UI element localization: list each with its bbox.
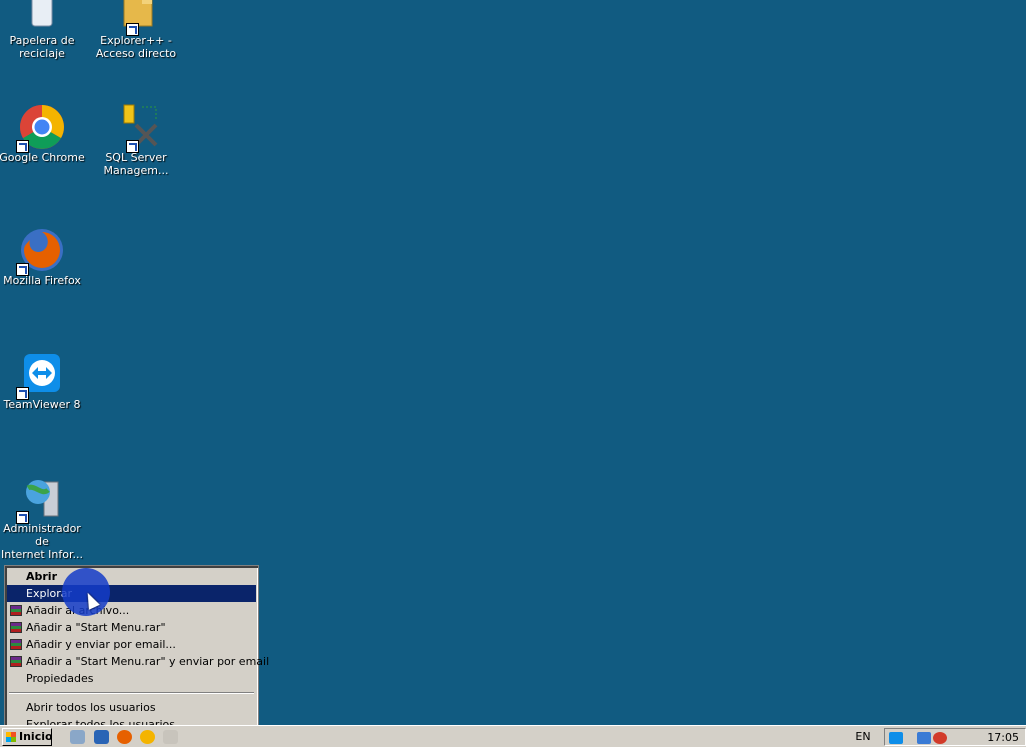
taskbar: Inicio EN 17:05 — [0, 725, 1026, 747]
menu-item-label: Añadir a "Start Menu.rar" y enviar por e… — [26, 655, 270, 668]
desktop-icon-sql-server[interactable]: SQL Server Managem... — [90, 103, 182, 177]
desktop-icon-label: Administrador de Internet Infor... — [1, 522, 83, 561]
start-button-label: Inicio — [19, 730, 53, 743]
shortcut-arrow-icon — [16, 511, 29, 524]
windows-logo-icon — [6, 732, 16, 742]
winrar-icon — [10, 639, 22, 650]
desktop-icon-chrome[interactable]: Google Chrome — [0, 103, 88, 164]
language-indicator[interactable]: EN — [848, 728, 878, 746]
shortcut-arrow-icon — [16, 263, 29, 276]
desktop-icon-label: Explorer++ - Acceso directo — [95, 34, 177, 60]
menu-separator — [9, 692, 254, 694]
context-menu: Abrir Explorar Añadir al archivo... Añad… — [4, 565, 269, 733]
winrar-icon — [10, 622, 22, 633]
menu-item-label: Añadir y enviar por email... — [26, 638, 176, 651]
shortcut-arrow-icon — [16, 140, 29, 153]
folder-icon — [112, 0, 160, 36]
menu-item-add-archive[interactable]: Añadir al archivo... — [7, 602, 256, 619]
show-desktop-icon[interactable] — [94, 730, 109, 744]
menu-item-abrir[interactable]: Abrir — [7, 568, 256, 585]
desktop-icon-firefox[interactable]: Mozilla Firefox — [0, 226, 88, 287]
network-icon[interactable] — [917, 732, 931, 744]
recycle-bin-icon — [18, 0, 66, 34]
desktop-icon-label: Mozilla Firefox — [3, 274, 81, 287]
iis-manager-icon — [16, 474, 66, 524]
start-button[interactable]: Inicio — [2, 728, 53, 746]
menu-item-add-rar-email[interactable]: Añadir a "Start Menu.rar" y enviar por e… — [7, 653, 269, 670]
firefox-icon — [16, 226, 66, 276]
winrar-icon — [10, 656, 22, 667]
desktop-icon-recycle-bin[interactable]: Papelera de reciclaje — [0, 0, 88, 60]
desktop-icon-iis-manager[interactable]: Administrador de Internet Infor... — [0, 474, 88, 561]
clock[interactable]: 17:05 — [987, 729, 1019, 747]
menu-item-label: Propiedades — [26, 672, 94, 685]
desktop-icon-label: Papelera de reciclaje — [9, 34, 75, 60]
menu-item-label: Abrir todos los usuarios — [26, 701, 156, 714]
winrar-icon — [10, 605, 22, 616]
menu-item-add-rar[interactable]: Añadir a "Start Menu.rar" — [7, 619, 256, 636]
cursor-highlight — [62, 568, 110, 616]
menu-item-add-email[interactable]: Añadir y enviar por email... — [7, 636, 256, 653]
sql-server-icon — [112, 103, 160, 153]
security-alert-icon[interactable] — [933, 732, 947, 744]
teamviewer-tray-icon[interactable] — [889, 732, 903, 744]
desktop-icon-label: Google Chrome — [0, 151, 85, 164]
desktop-icon-explorer-plus[interactable]: Explorer++ - Acceso directo — [90, 0, 182, 60]
shortcut-arrow-icon — [126, 23, 139, 36]
chrome-icon — [16, 103, 66, 153]
menu-item-propiedades[interactable]: Propiedades — [7, 670, 256, 687]
desktop-icon-label: TeamViewer 8 — [3, 398, 81, 411]
desktop-icon-label: SQL Server Managem... — [103, 151, 169, 177]
system-tray: 17:05 — [884, 728, 1026, 746]
menu-item-abrir-todos[interactable]: Abrir todos los usuarios — [7, 699, 256, 716]
chrome-icon[interactable] — [140, 730, 155, 744]
server-manager-icon[interactable] — [70, 730, 85, 744]
tools-icon[interactable] — [163, 730, 178, 744]
firefox-icon[interactable] — [117, 730, 132, 744]
shortcut-arrow-icon — [16, 387, 29, 400]
menu-item-label: Añadir a "Start Menu.rar" — [26, 621, 166, 634]
shortcut-arrow-icon — [126, 140, 139, 153]
desktop-icon-teamviewer[interactable]: TeamViewer 8 — [0, 350, 88, 411]
teamviewer-icon — [16, 350, 66, 400]
menu-item-explorar[interactable]: Explorar — [7, 585, 256, 602]
menu-item-label: Abrir — [26, 570, 58, 583]
